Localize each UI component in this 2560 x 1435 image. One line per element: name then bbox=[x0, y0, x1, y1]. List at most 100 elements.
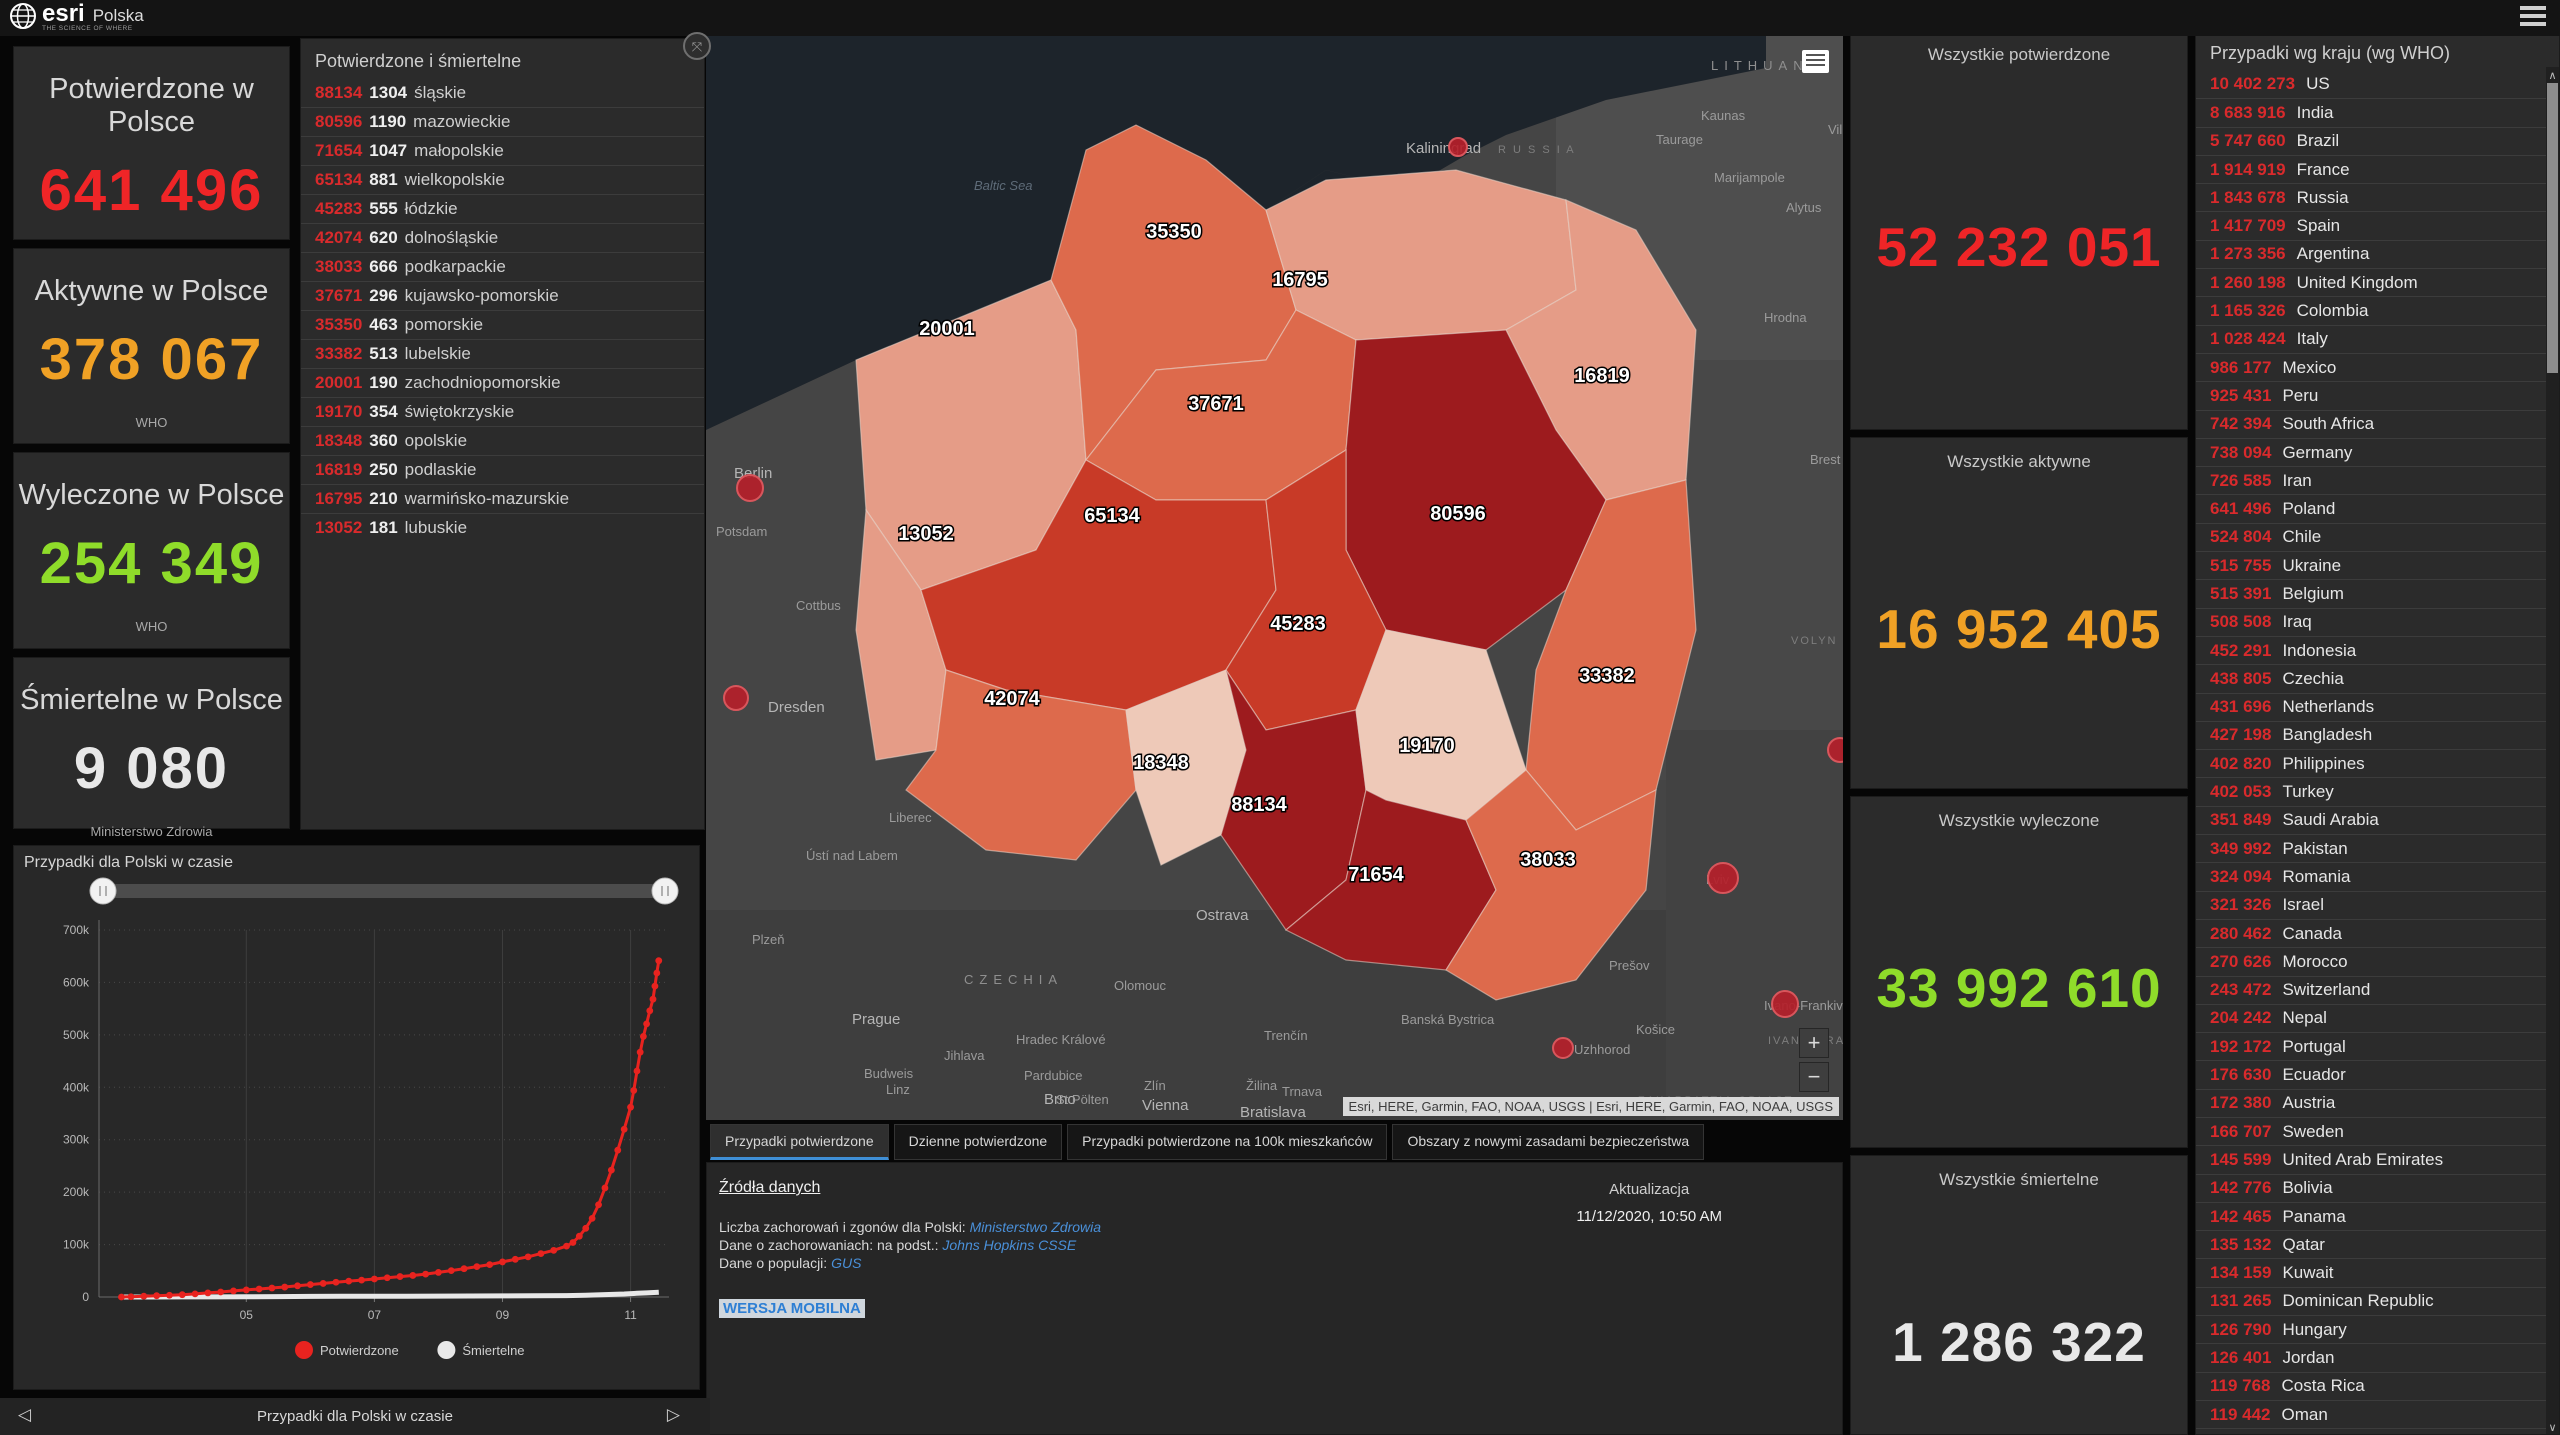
voivodeship-row[interactable]: 80596 1190 mazowieckie bbox=[301, 107, 704, 136]
country-row[interactable]: 145 599 United Arab Emirates bbox=[2196, 1145, 2559, 1173]
pager-prev-icon[interactable]: ◁ bbox=[18, 1405, 31, 1425]
country-row[interactable]: 726 585 Iran bbox=[2196, 466, 2559, 494]
country-row[interactable]: 142 465 Panama bbox=[2196, 1201, 2559, 1230]
country-row[interactable]: 135 132 Qatar bbox=[2196, 1230, 2559, 1258]
country-row[interactable]: 925 431 Peru bbox=[2196, 381, 2559, 409]
country-row[interactable]: 1 165 326 Colombia bbox=[2196, 296, 2559, 324]
country-row[interactable]: 126 401 Jordan bbox=[2196, 1343, 2559, 1371]
case-marker[interactable] bbox=[1707, 862, 1739, 894]
country-row[interactable]: 1 273 356 Argentina bbox=[2196, 239, 2559, 268]
case-marker[interactable] bbox=[723, 685, 749, 711]
voivodeship-row[interactable]: 37671 296 kujawsko-pomorskie bbox=[301, 281, 704, 310]
country-row[interactable]: 438 805 Czechia bbox=[2196, 664, 2559, 692]
country-row[interactable]: 204 242 Nepal bbox=[2196, 1003, 2559, 1032]
map-expand-icon[interactable]: ⤧ bbox=[683, 32, 711, 60]
country-row[interactable]: 349 992 Pakistan bbox=[2196, 834, 2559, 862]
hamburger-menu-icon[interactable] bbox=[2520, 6, 2546, 28]
voivodeship-row[interactable]: 19170 354 świętokrzyskie bbox=[301, 397, 704, 426]
voivodeship-row[interactable]: 16819 250 podlaskie bbox=[301, 455, 704, 484]
country-row[interactable]: 142 776 Bolivia bbox=[2196, 1173, 2559, 1202]
country-row[interactable]: 986 177 Mexico bbox=[2196, 352, 2559, 381]
country-row[interactable]: 1 028 424 Italy bbox=[2196, 324, 2559, 353]
map-zoom-in-button[interactable]: + bbox=[1799, 1028, 1829, 1058]
country-row[interactable]: 172 380 Austria bbox=[2196, 1088, 2559, 1117]
link-johns-hopkins[interactable]: Johns Hopkins CSSE bbox=[942, 1237, 1076, 1253]
country-row[interactable]: 431 696 Netherlands bbox=[2196, 692, 2559, 721]
voivodeship-row[interactable]: 45283 555 łódzkie bbox=[301, 194, 704, 223]
country-row[interactable]: 5 747 660 Brazil bbox=[2196, 126, 2559, 155]
voivodeship-row[interactable]: 18348 360 opolskie bbox=[301, 426, 704, 455]
scroll-down-icon[interactable]: ∨ bbox=[2546, 1421, 2559, 1434]
country-row[interactable]: 131 265 Dominican Republic bbox=[2196, 1286, 2559, 1315]
country-row[interactable]: 515 391 Belgium bbox=[2196, 579, 2559, 607]
voivodeship-row[interactable]: 20001 190 zachodniopomorskie bbox=[301, 368, 704, 397]
country-row[interactable]: 280 462 Canada bbox=[2196, 918, 2559, 947]
country-row[interactable]: 8 683 916 India bbox=[2196, 98, 2559, 126]
country-row[interactable]: 1 843 678 Russia bbox=[2196, 183, 2559, 211]
case-marker[interactable] bbox=[1827, 737, 1843, 763]
voivodeship-row[interactable]: 35350 463 pomorskie bbox=[301, 310, 704, 339]
series-point bbox=[627, 1103, 634, 1111]
country-row[interactable]: 192 172 Portugal bbox=[2196, 1032, 2559, 1060]
country-row[interactable]: 1 260 198 United Kingdom bbox=[2196, 268, 2559, 296]
country-row[interactable]: 270 626 Morocco bbox=[2196, 947, 2559, 975]
stat-source: WHO bbox=[135, 619, 168, 634]
country-row[interactable]: 119 768 Costa Rica bbox=[2196, 1371, 2559, 1400]
country-row[interactable]: 515 755 Ukraine bbox=[2196, 551, 2559, 579]
voivodeship-row[interactable]: 88134 1304 śląskie bbox=[301, 78, 704, 107]
country-row[interactable]: 134 159 Kuwait bbox=[2196, 1258, 2559, 1286]
map-tab[interactable]: Przypadki potwierdzone na 100k mieszkańc… bbox=[1067, 1124, 1388, 1160]
voivodeship-row[interactable]: 42074 620 dolnośląskie bbox=[301, 223, 704, 252]
country-row[interactable]: 742 394 South Africa bbox=[2196, 409, 2559, 438]
voivodeship-row[interactable]: 33382 513 lubelskie bbox=[301, 339, 704, 368]
country-row[interactable]: 118 491Kazakhstan bbox=[2196, 1428, 2559, 1434]
country-row[interactable]: 321 326 Israel bbox=[2196, 890, 2559, 919]
poland-choropleth-map[interactable]: LITHUANIAKaunasTaurageVilniKaliningradR … bbox=[706, 30, 1843, 1120]
country-row[interactable]: 166 707 Sweden bbox=[2196, 1116, 2559, 1145]
country-row[interactable]: 176 630 Ecuador bbox=[2196, 1060, 2559, 1088]
time-slider-handle[interactable] bbox=[651, 877, 679, 905]
legend-swatch[interactable] bbox=[437, 1341, 456, 1359]
country-row[interactable]: 126 790 Hungary bbox=[2196, 1315, 2559, 1343]
country-row[interactable]: 641 496 Poland bbox=[2196, 494, 2559, 522]
voivodeship-row[interactable]: 65134 881 wielkopolskie bbox=[301, 165, 704, 194]
country-row[interactable]: 1 914 919 France bbox=[2196, 154, 2559, 183]
voivodeship-row[interactable]: 16795 210 warmińsko-mazurskie bbox=[301, 484, 704, 513]
country-list-scrollbar[interactable]: ∧ ∨ bbox=[2546, 67, 2559, 1434]
case-marker[interactable] bbox=[736, 474, 764, 502]
country-row[interactable]: 324 094 Romania bbox=[2196, 862, 2559, 890]
country-row[interactable]: 402 053 Turkey bbox=[2196, 777, 2559, 805]
country-row[interactable]: 738 094 Germany bbox=[2196, 437, 2559, 466]
country-row[interactable]: 508 508 Iraq bbox=[2196, 607, 2559, 636]
country-row[interactable]: 10 402 273 US bbox=[2196, 70, 2559, 98]
country-row[interactable]: 452 291 Indonesia bbox=[2196, 635, 2559, 664]
map-tab[interactable]: Obszary z nowymi zasadami bezpieczeństwa bbox=[1392, 1124, 1705, 1160]
case-marker[interactable] bbox=[1448, 137, 1468, 157]
country-row[interactable]: 427 198 Bangladesh bbox=[2196, 720, 2559, 749]
voivodeship-row[interactable]: 71654 1047 małopolskie bbox=[301, 136, 704, 165]
scroll-up-icon[interactable]: ∧ bbox=[2546, 69, 2559, 82]
legend-swatch[interactable] bbox=[295, 1341, 313, 1359]
map-tab[interactable]: Dzienne potwierdzone bbox=[893, 1124, 1063, 1160]
case-marker[interactable] bbox=[1552, 1037, 1574, 1059]
map-legend-icon[interactable] bbox=[1802, 50, 1829, 73]
pager-next-icon[interactable]: ▷ bbox=[667, 1405, 680, 1425]
mobile-version-link[interactable]: WERSJA MOBILNA bbox=[719, 1299, 865, 1318]
map-tab[interactable]: Przypadki potwierdzone bbox=[710, 1124, 889, 1160]
country-row[interactable]: 351 849 Saudi Arabia bbox=[2196, 805, 2559, 834]
country-row[interactable]: 402 820 Philippines bbox=[2196, 749, 2559, 777]
country-row[interactable]: 524 804 Chile bbox=[2196, 522, 2559, 551]
country-row[interactable]: 243 472 Switzerland bbox=[2196, 975, 2559, 1004]
map-zoom-out-button[interactable]: − bbox=[1799, 1062, 1829, 1092]
country-row[interactable]: 119 442 Oman bbox=[2196, 1399, 2559, 1428]
case-marker[interactable] bbox=[1771, 990, 1799, 1018]
time-slider-handle[interactable] bbox=[89, 877, 117, 905]
voivodeship-row[interactable]: 38033 666 podkarpackie bbox=[301, 252, 704, 281]
link-ministerstwo-zdrowia[interactable]: Ministerstwo Zdrowia bbox=[970, 1219, 1101, 1235]
voivodeship-row[interactable]: 13052 181 lubuskie bbox=[301, 513, 704, 542]
scrollbar-thumb[interactable] bbox=[2547, 83, 2558, 373]
link-gus[interactable]: GUS bbox=[831, 1255, 861, 1271]
country-row[interactable]: 1 417 709 Spain bbox=[2196, 211, 2559, 239]
chart-svg[interactable]: 0 100k 200k 300k 400k 500k 600k 700k 05 07 09 11 Pot… bbox=[14, 872, 699, 1387]
time-slider-track[interactable] bbox=[103, 884, 665, 898]
